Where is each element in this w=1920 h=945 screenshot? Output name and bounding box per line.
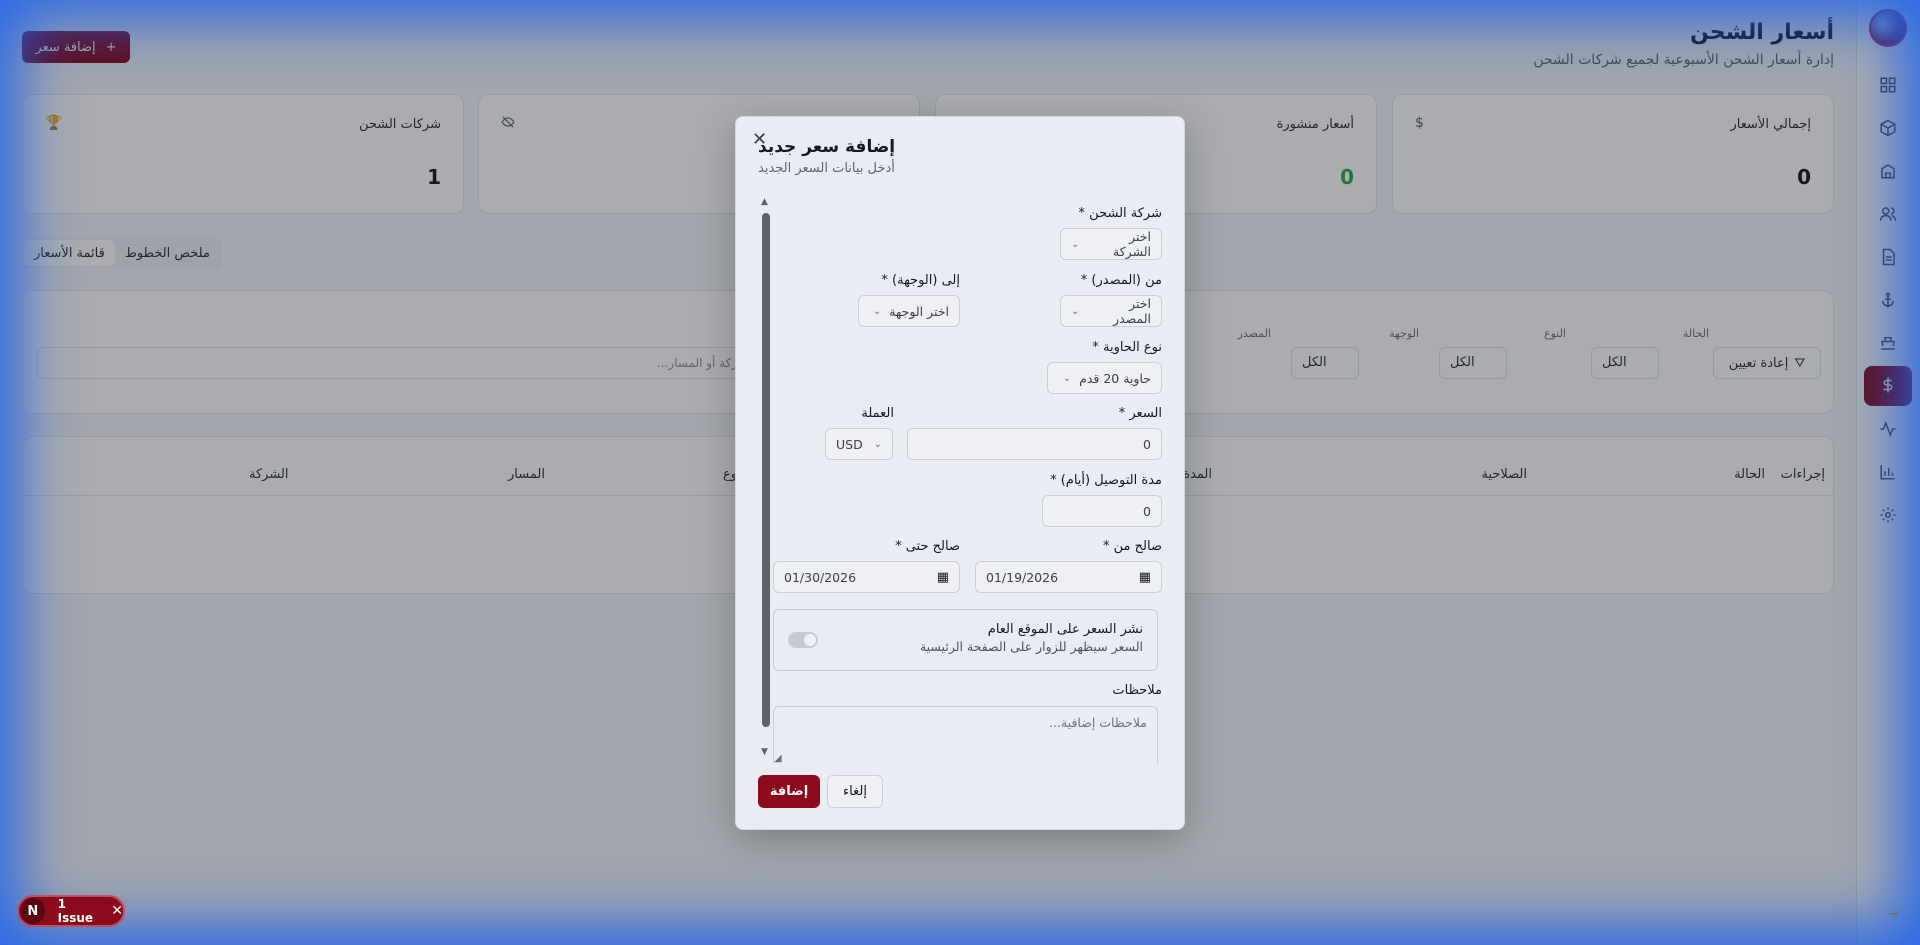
from-label: من (المصدر) * [1080,273,1162,288]
to-select[interactable]: ⌄ اختر الوجهة [858,295,960,327]
container-value: حاوية 20 قدم [1079,370,1151,386]
from-placeholder: اختر المصدر [1113,296,1151,326]
valid-to-value: 01/30/2026 [784,569,857,585]
currency-label: العملة [861,406,894,421]
currency-value: USD [836,436,863,452]
dialog-title: إضافة سعر جديد [758,137,896,157]
container-label: نوع الحاوية * [1092,340,1162,355]
publish-toggle[interactable] [788,632,818,648]
publish-description: السعر سيظهر للزوار على الصفحة الرئيسية [919,639,1143,654]
scroll-up-icon[interactable]: ▲ [761,197,768,207]
submit-button[interactable]: إضافة [758,775,820,808]
toggle-knob [804,634,816,646]
valid-from-value: 01/19/2026 [986,569,1059,585]
currency-select[interactable]: USD ⌄ [825,428,893,460]
valid-from-input[interactable]: 01/19/2026 ▦ [975,561,1162,593]
issue-label: 1 Issue [57,897,94,925]
price-input[interactable]: 0 [907,428,1162,460]
to-placeholder: اختر الوجهة [889,303,949,319]
publish-option: نشر السعر على الموقع العام السعر سيظهر ل… [773,609,1158,671]
duration-input[interactable]: 0 [1042,495,1162,527]
container-select[interactable]: ⌄ حاوية 20 قدم [1047,362,1162,394]
company-placeholder: اختر الشركة [1113,229,1151,259]
add-price-dialog: ✕ إضافة سعر جديد أدخل بيانات السعر الجدي… [735,116,1185,830]
company-select[interactable]: ⌄ اختر الشركة [1060,228,1162,260]
issue-badge[interactable]: N 1 Issue ✕ [17,895,125,927]
from-select[interactable]: ⌄ اختر المصدر [1060,295,1162,327]
duration-label: مدة التوصيل (أيام) * [1050,473,1162,488]
notes-textarea[interactable]: ملاحظات إضافية... [773,706,1158,764]
valid-from-label: صالح من * [1103,539,1162,554]
valid-to-label: صالح حتى * [895,539,960,554]
notes-label: ملاحظات [1112,683,1162,698]
chevron-down-icon: ⌄ [873,438,882,450]
publish-title: نشر السعر على الموقع العام [987,622,1143,637]
to-label: إلى (الوجهة) * [881,273,960,288]
chevron-down-icon: ⌄ [1071,238,1080,250]
scroll-down-icon[interactable]: ▼ [761,747,768,757]
resize-handle-icon[interactable]: ◢ [774,753,782,764]
calendar-icon[interactable]: ▦ [937,570,949,585]
company-label: شركة الشحن * [1078,206,1162,221]
chevron-down-icon: ⌄ [1062,372,1072,384]
price-label: السعر * [1118,406,1162,421]
dialog-description: أدخل بيانات السعر الجديد [758,161,895,176]
issue-avatar: N [21,898,45,924]
close-icon[interactable]: ✕ [111,903,123,919]
calendar-icon[interactable]: ▦ [1139,570,1151,585]
scrollbar[interactable] [762,213,770,727]
cancel-button[interactable]: إلغاء [827,775,883,808]
chevron-down-icon: ⌄ [1071,305,1080,317]
valid-to-input[interactable]: 01/30/2026 ▦ [773,561,960,593]
logout-icon[interactable]: ⇥ [1886,906,1898,922]
chevron-down-icon: ⌄ [872,305,882,317]
